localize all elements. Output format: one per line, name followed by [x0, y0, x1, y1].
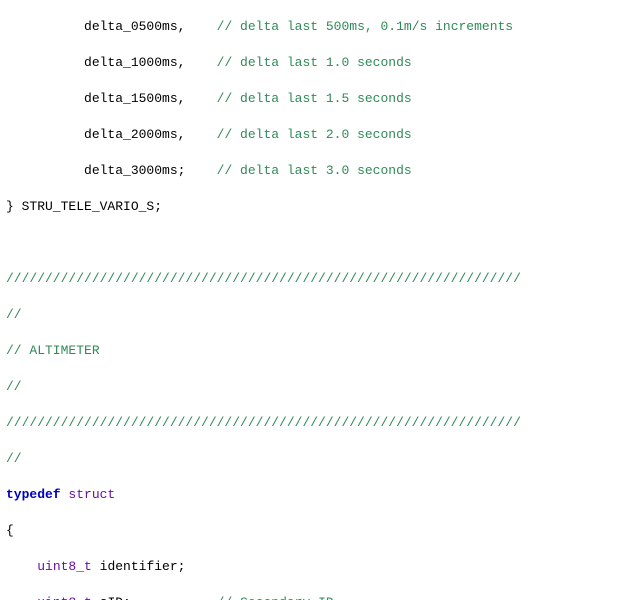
member-name: delta_1000ms, — [84, 55, 185, 70]
comment-line: // — [6, 450, 630, 468]
member-name: delta_1500ms, — [84, 91, 185, 106]
code-line: } STRU_TELE_VARIO_S; — [6, 198, 630, 216]
comment-bar: ////////////////////////////////////////… — [6, 270, 630, 288]
member-indent — [6, 19, 84, 34]
member-indent — [6, 91, 84, 106]
member-name: delta_0500ms, — [84, 19, 185, 34]
member-name: identifier; — [100, 559, 186, 574]
member-indent — [6, 55, 84, 70]
comment-line: // — [6, 378, 630, 396]
type-name: uint8_t — [37, 595, 92, 600]
member-name: delta_2000ms, — [84, 127, 185, 142]
code-line: delta_1000ms, // delta last 1.0 seconds — [6, 54, 630, 72]
blank-line — [6, 234, 630, 252]
comment: // Secondary ID — [193, 595, 333, 600]
code-line: delta_0500ms, // delta last 500ms, 0.1m/… — [6, 18, 630, 36]
brace-open: { — [6, 522, 630, 540]
comment: // delta last 2.0 seconds — [217, 127, 412, 142]
comment: // delta last 1.5 seconds — [217, 91, 412, 106]
comment: // delta last 500ms, 0.1m/s increments — [217, 19, 513, 34]
comment: // delta last 1.0 seconds — [217, 55, 412, 70]
code-viewer: delta_0500ms, // delta last 500ms, 0.1m/… — [0, 0, 630, 600]
code-line: delta_1500ms, // delta last 1.5 seconds — [6, 90, 630, 108]
code-line: delta_3000ms; // delta last 3.0 seconds — [6, 162, 630, 180]
member-name: sID; — [100, 595, 194, 600]
comment-bar: ////////////////////////////////////////… — [6, 414, 630, 432]
member-indent — [6, 127, 84, 142]
comment-title: // ALTIMETER — [6, 342, 630, 360]
member-line: uint8_t identifier; — [6, 558, 630, 576]
comment: // delta last 3.0 seconds — [217, 163, 412, 178]
type-name: uint8_t — [37, 559, 92, 574]
struct-keyword: struct — [68, 487, 115, 502]
comment-line: // — [6, 306, 630, 324]
code-line: delta_2000ms, // delta last 2.0 seconds — [6, 126, 630, 144]
struct-close: } STRU_TELE_VARIO_S; — [6, 199, 162, 214]
member-line: uint8_t sID; // Secondary ID — [6, 594, 630, 600]
typedef-keyword: typedef — [6, 487, 61, 502]
member-indent — [6, 163, 84, 178]
member-name: delta_3000ms; — [84, 163, 185, 178]
typedef-line: typedef struct — [6, 486, 630, 504]
